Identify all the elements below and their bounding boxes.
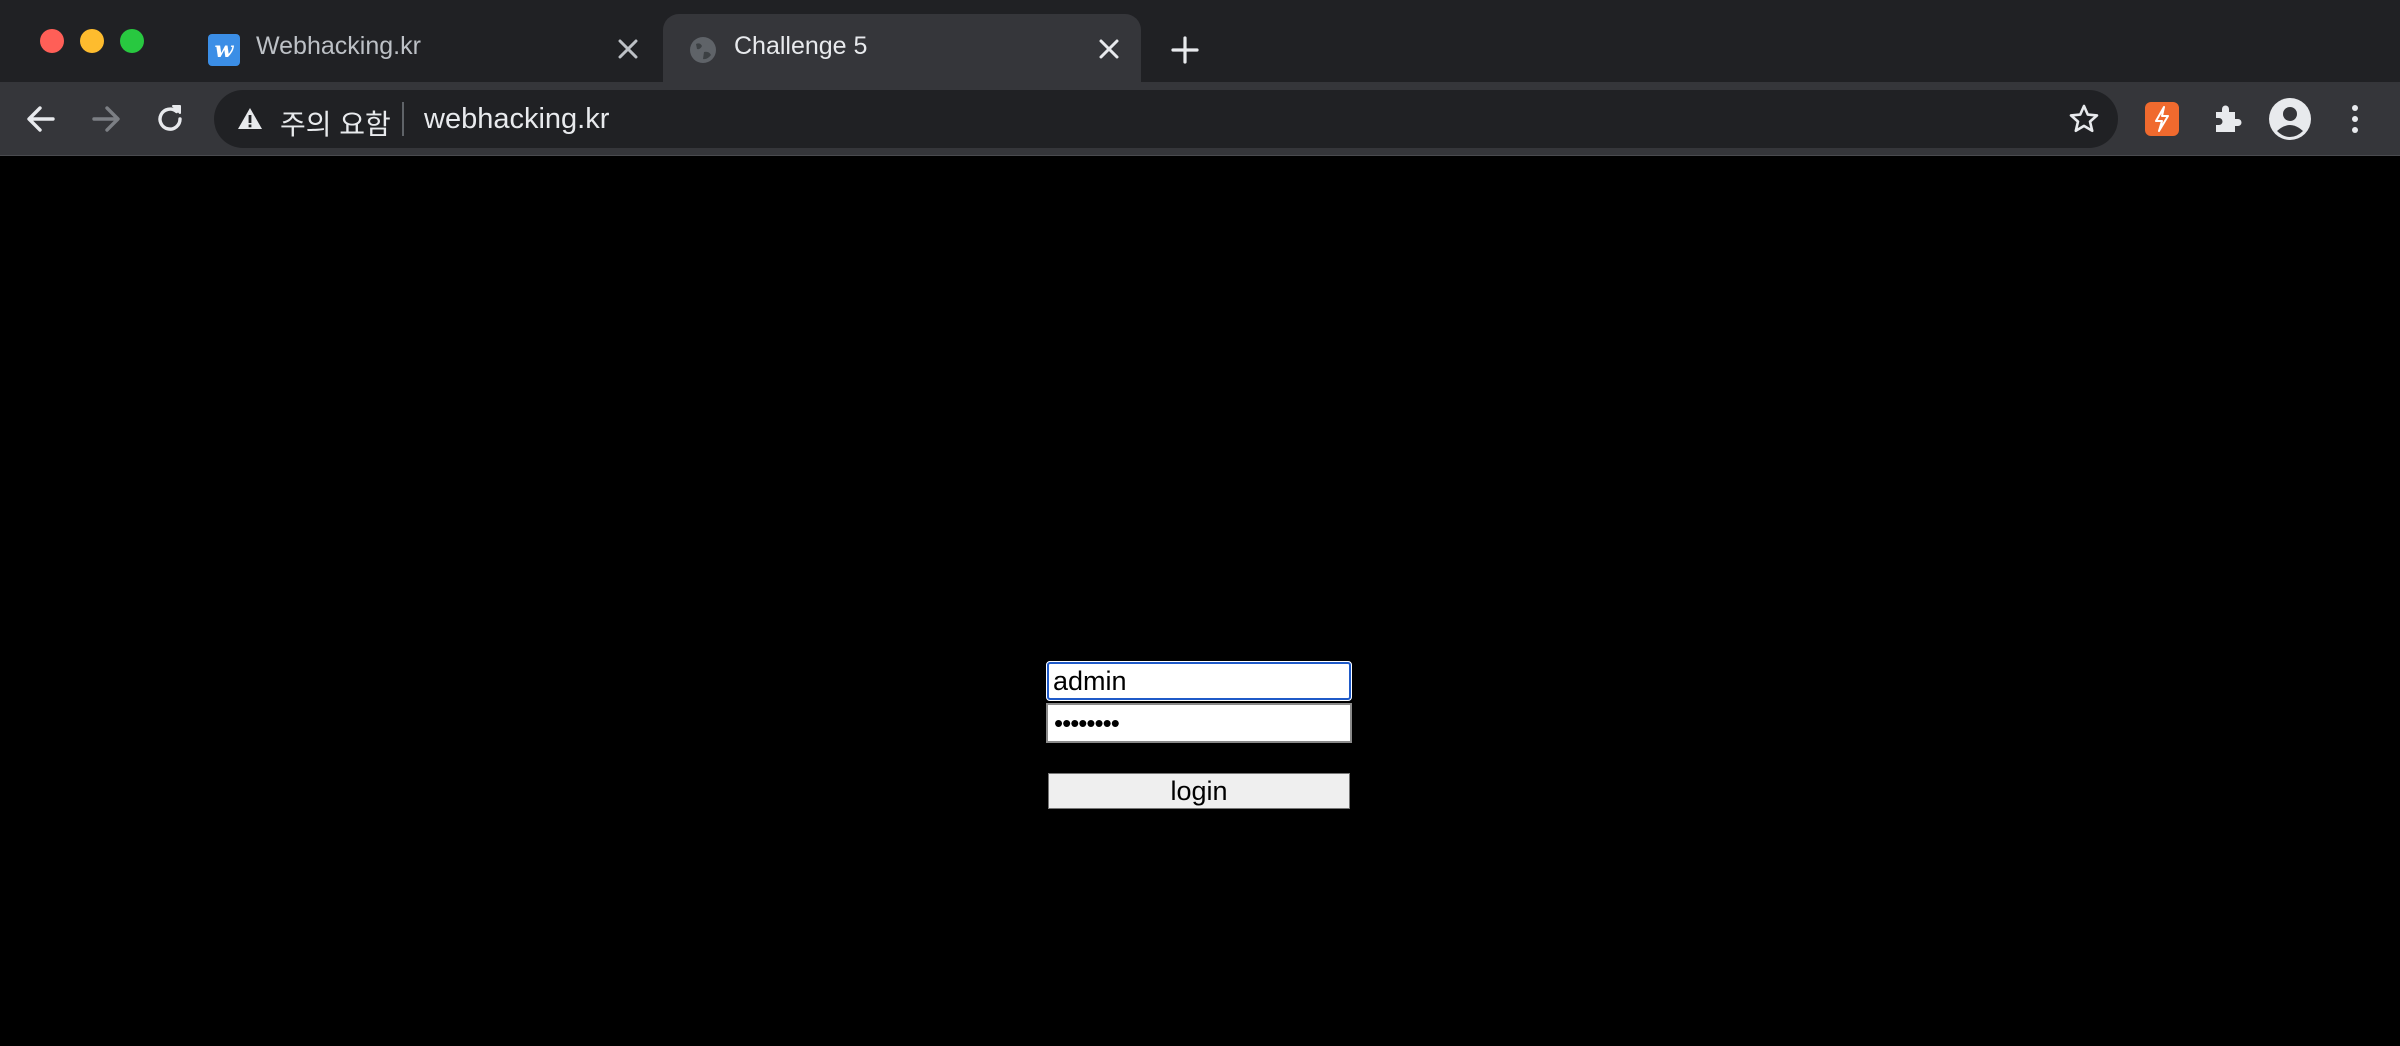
address-url[interactable]: webhacking.kr: [424, 103, 609, 136]
tab-strip: w Webhacking.kr Challenge 5: [0, 0, 2400, 82]
window-close-button[interactable]: [40, 29, 64, 53]
forward-arrow-icon[interactable]: [87, 100, 125, 138]
webhacking-favicon-icon: w: [208, 34, 240, 66]
login-button[interactable]: login: [1048, 773, 1350, 809]
login-form: admin •••••••• login: [1046, 661, 1352, 809]
window-minimize-button[interactable]: [80, 29, 104, 53]
close-icon[interactable]: [1095, 35, 1123, 63]
id-input[interactable]: admin: [1046, 661, 1352, 701]
browser-window: w Webhacking.kr Challenge 5 주의 요함 webhac…: [0, 0, 2400, 1046]
extension-bolt-icon[interactable]: [2145, 102, 2179, 136]
back-arrow-icon[interactable]: [22, 100, 60, 138]
more-menu-icon[interactable]: [2336, 100, 2374, 138]
extensions-puzzle-icon[interactable]: [2208, 100, 2246, 138]
reload-icon[interactable]: [151, 100, 189, 138]
tab-challenge-5[interactable]: Challenge 5: [663, 14, 1141, 82]
address-bar[interactable]: 주의 요함 webhacking.kr: [214, 90, 2118, 148]
globe-icon: [690, 37, 716, 63]
bookmark-star-icon[interactable]: [2068, 103, 2100, 135]
password-input[interactable]: ••••••••: [1046, 703, 1352, 743]
browser-toolbar: 주의 요함 webhacking.kr: [0, 82, 2400, 156]
address-divider: [402, 102, 404, 136]
tab-title: Webhacking.kr: [256, 32, 421, 60]
close-icon[interactable]: [614, 35, 642, 63]
tab-title: Challenge 5: [734, 32, 868, 60]
security-status-label[interactable]: 주의 요함: [280, 103, 391, 143]
profile-avatar-icon[interactable]: [2268, 97, 2312, 141]
page-content: admin •••••••• login: [0, 157, 2400, 1046]
tab-webhacking[interactable]: w Webhacking.kr: [190, 14, 660, 82]
warning-triangle-icon[interactable]: [236, 105, 264, 133]
lightning-icon: [2155, 106, 2169, 132]
window-maximize-button[interactable]: [120, 29, 144, 53]
new-tab-plus-icon[interactable]: [1168, 33, 1202, 67]
